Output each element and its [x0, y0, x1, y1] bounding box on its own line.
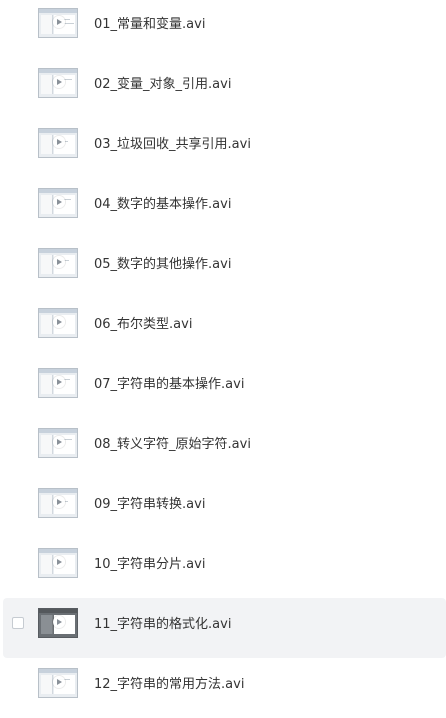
file-name: 09_字符串转换.avi: [94, 497, 206, 512]
file-name: 06_布尔类型.avi: [94, 317, 193, 332]
video-thumbnail-icon: [38, 8, 78, 38]
file-row[interactable]: 10_字符串分片.avi: [0, 538, 446, 598]
video-thumbnail-icon: [38, 368, 78, 398]
file-name: 08_转义字符_原始字符.avi: [94, 437, 251, 452]
play-icon: [53, 196, 65, 208]
checkbox-unchecked-icon[interactable]: [12, 617, 24, 629]
file-row[interactable]: 12_字符串的常用方法.avi: [0, 658, 446, 718]
play-icon: [53, 676, 65, 688]
file-name: 05_数字的其他操作.avi: [94, 257, 232, 272]
file-name: 12_字符串的常用方法.avi: [94, 677, 245, 692]
play-icon: [53, 16, 65, 28]
file-name: 04_数字的基本操作.avi: [94, 197, 232, 212]
video-thumbnail-icon: [38, 668, 78, 698]
file-row[interactable]: 04_数字的基本操作.avi: [0, 178, 446, 238]
play-icon: [53, 76, 65, 88]
video-thumbnail-icon: [38, 308, 78, 338]
play-icon: [53, 136, 65, 148]
video-thumbnail-icon: [38, 248, 78, 278]
file-name: 10_字符串分片.avi: [94, 557, 206, 572]
file-row[interactable]: 03_垃圾回收_共享引用.avi: [0, 118, 446, 178]
file-list: 01_常量和变量.avi 02_变量_对象_引用.avi 03_垃圾回收_共享引…: [0, 0, 446, 715]
file-name: 11_字符串的格式化.avi: [94, 617, 232, 632]
file-name: 03_垃圾回收_共享引用.avi: [94, 137, 251, 152]
file-name: 02_变量_对象_引用.avi: [94, 77, 232, 92]
play-icon: [53, 496, 65, 508]
file-name: 01_常量和变量.avi: [94, 17, 206, 32]
video-thumbnail-icon: [38, 128, 78, 158]
video-thumbnail-icon: [38, 428, 78, 458]
file-row[interactable]: 07_字符串的基本操作.avi: [0, 358, 446, 418]
video-thumbnail-icon: [38, 488, 78, 518]
play-icon: [53, 316, 65, 328]
video-thumbnail-icon: [38, 68, 78, 98]
play-icon: [53, 556, 65, 568]
video-thumbnail-icon: [38, 188, 78, 218]
file-row[interactable]: 02_变量_对象_引用.avi: [0, 58, 446, 118]
play-icon: [53, 376, 65, 388]
file-row[interactable]: 01_常量和变量.avi: [0, 0, 446, 58]
file-row-selected[interactable]: 11_字符串的格式化.avi: [3, 598, 446, 658]
video-thumbnail-icon: [38, 608, 78, 638]
video-thumbnail-icon: [38, 548, 78, 578]
play-icon: [53, 616, 65, 628]
file-row[interactable]: 05_数字的其他操作.avi: [0, 238, 446, 298]
play-icon: [53, 256, 65, 268]
file-name: 07_字符串的基本操作.avi: [94, 377, 245, 392]
file-row[interactable]: 06_布尔类型.avi: [0, 298, 446, 358]
play-icon: [53, 436, 65, 448]
file-row[interactable]: 08_转义字符_原始字符.avi: [0, 418, 446, 478]
file-row[interactable]: 09_字符串转换.avi: [0, 478, 446, 538]
